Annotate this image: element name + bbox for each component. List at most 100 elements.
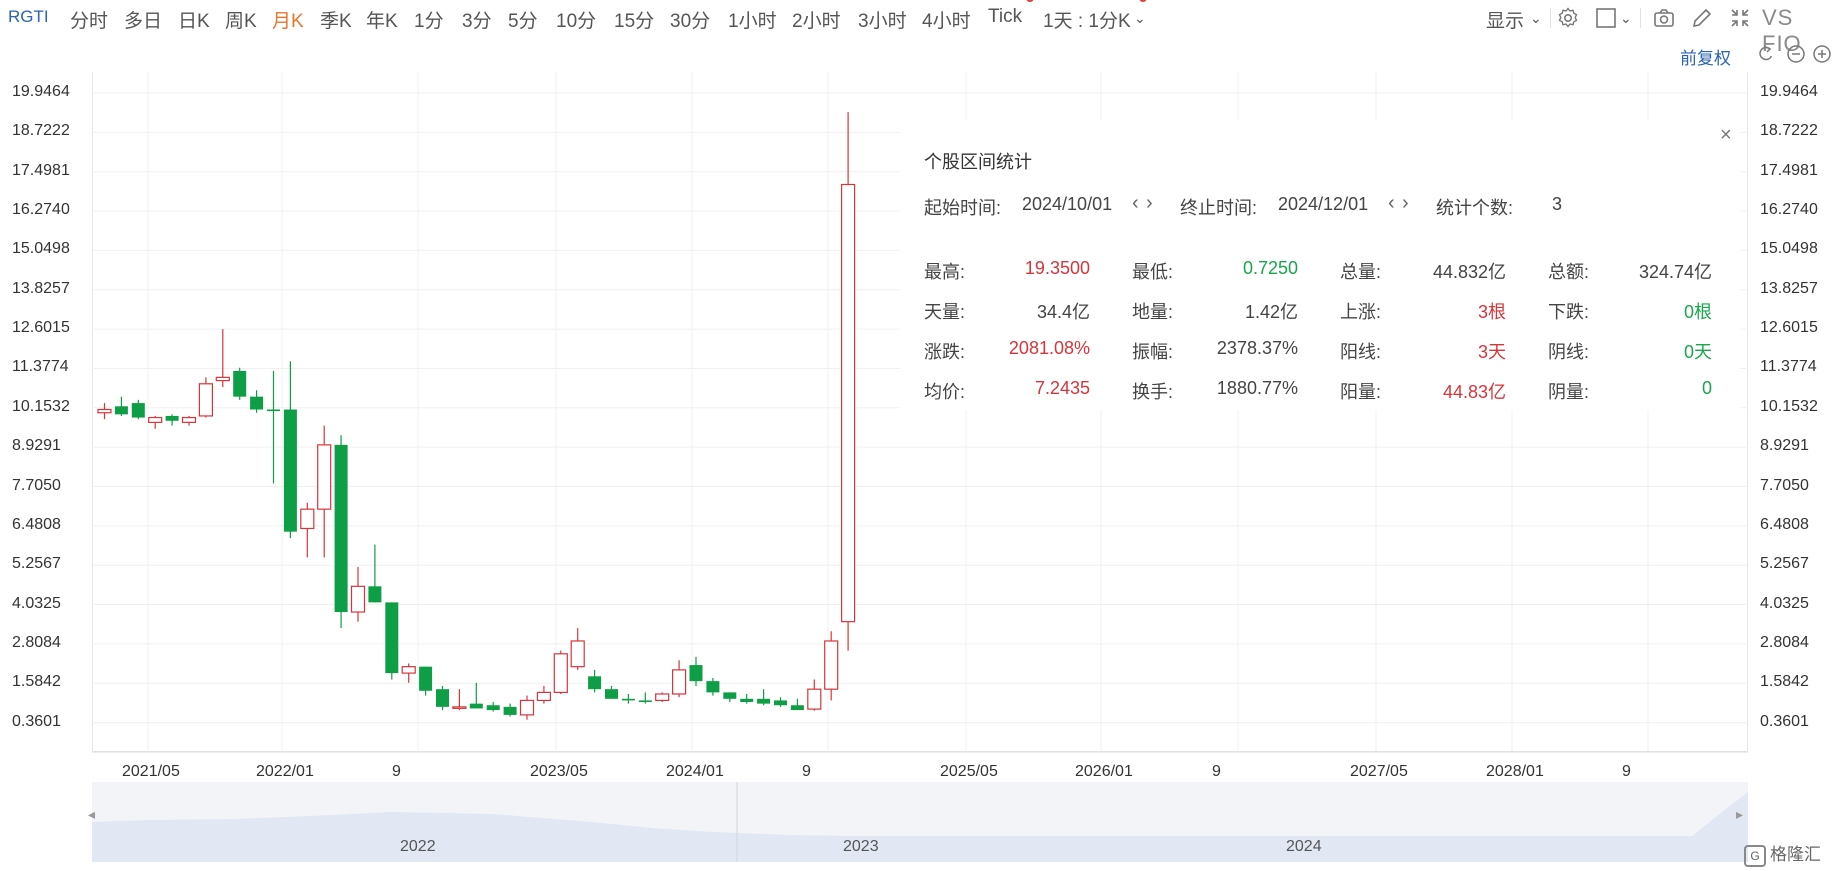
candle-body-down <box>368 586 382 603</box>
stat-label: 总额: <box>1548 262 1590 282</box>
y-axis-tick-label-left: 19.9464 <box>12 83 70 100</box>
navigator-year: 2023 <box>843 838 879 855</box>
stat-label: 阳量: <box>1340 382 1382 402</box>
stat-label: 均价: <box>924 382 966 402</box>
start-prev-chevron-icon[interactable]: ‹ <box>1132 192 1139 215</box>
candle-body-down <box>385 602 399 674</box>
stat-label: 阴量: <box>1548 382 1590 402</box>
candle-body-up <box>198 383 213 417</box>
y-axis-tick-label-right: 4.0325 <box>1760 594 1809 612</box>
x-axis-tick-label: 2025/05 <box>940 763 998 780</box>
start-next-chevron-icon[interactable]: › <box>1146 192 1153 215</box>
start-time-value[interactable]: 2024/10/01 <box>1022 194 1112 215</box>
candle-body-up <box>840 183 856 623</box>
candle-body-up <box>452 706 467 709</box>
candle-body-down <box>469 703 483 709</box>
y-axis-tick-label-right: 13.8257 <box>1760 279 1818 297</box>
stat-value: 2378.37% <box>1216 338 1298 358</box>
x-axis-tick-label: 9 <box>392 763 401 780</box>
navigator-left-arrow-icon[interactable]: ◂ <box>88 806 95 823</box>
x-axis-tick-label: 2021/05 <box>122 763 180 780</box>
y-axis-tick-label-right: 12.6015 <box>1760 319 1818 337</box>
y-axis-tick-label-right: 10.1532 <box>1760 397 1818 415</box>
stat-value: 44.832亿 <box>1432 262 1506 282</box>
panel-title: 个股区间统计 <box>924 152 1032 172</box>
stat-value: 1.42亿 <box>1244 302 1298 322</box>
close-icon[interactable]: × <box>1720 124 1732 147</box>
y-axis-tick-label-right: 15.0498 <box>1760 240 1818 258</box>
count-value: 3 <box>1552 194 1563 214</box>
candle-body-down <box>723 692 737 699</box>
x-axis-tick-label: 2028/01 <box>1486 763 1544 780</box>
y-axis-tick-label-left: 15.0498 <box>12 240 70 258</box>
x-axis-tick-label: 2026/01 <box>1075 763 1133 780</box>
y-axis-tick-label-right: 16.2740 <box>1760 201 1818 219</box>
stat-label: 天量: <box>924 302 966 322</box>
candle-body-up <box>553 653 568 693</box>
y-axis-tick-label-left: 2.8084 <box>12 633 61 651</box>
candle-body-down <box>267 409 280 412</box>
y-axis-tick-label-right: 19.9464 <box>1760 83 1818 100</box>
candle-body-down <box>250 396 264 410</box>
stat-label: 换手: <box>1132 382 1174 402</box>
candle-body-down <box>419 666 433 691</box>
x-axis-tick-label: 9 <box>1212 763 1221 780</box>
stat-label: 地量: <box>1132 302 1174 322</box>
candle-body-down <box>233 370 247 397</box>
start-label: 起始时间: <box>924 198 1002 218</box>
candle-body-up <box>317 444 332 510</box>
candle-body-down <box>740 698 754 703</box>
stat-value: 0.7250 <box>1242 258 1298 278</box>
candle-body-up <box>824 640 839 690</box>
end-prev-chevron-icon[interactable]: ‹ <box>1388 192 1395 215</box>
candle-body-up <box>181 416 197 423</box>
candle-body-down <box>131 403 145 418</box>
candle-body-up <box>655 693 670 702</box>
candle-body-up <box>807 688 822 710</box>
candle-body-down <box>283 409 297 532</box>
y-axis-tick-label-right: 0.3601 <box>1760 712 1809 730</box>
end-label: 终止时间: <box>1180 198 1258 218</box>
brand-logo: G 格隆汇 <box>1744 840 1832 868</box>
stat-label: 振幅: <box>1132 342 1174 362</box>
stat-label: 总量: <box>1340 262 1382 282</box>
candle-body-down <box>790 705 804 711</box>
y-axis-tick-label-right: 1.5842 <box>1760 673 1809 691</box>
candle-body-up <box>570 640 585 668</box>
navigator-year: 2022 <box>400 838 436 855</box>
candle-body-down <box>334 444 348 613</box>
y-axis-tick-label-left: 16.2740 <box>12 201 70 219</box>
candle-body-down <box>165 415 179 421</box>
stat-value: 1880.77% <box>1216 378 1298 398</box>
stat-label: 阴线: <box>1548 342 1590 362</box>
y-axis-tick-label-left: 6.4808 <box>12 515 61 533</box>
navigator-right-arrow-icon[interactable]: ▸ <box>1736 806 1743 823</box>
candle-body-up <box>519 699 535 716</box>
time-navigator[interactable] <box>92 782 1748 862</box>
candle-body-up <box>300 508 315 530</box>
end-time-value[interactable]: 2024/12/01 <box>1278 194 1368 215</box>
stat-label: 最低: <box>1132 262 1174 282</box>
candle-body-down <box>503 706 517 715</box>
x-axis-tick-label: 2027/05 <box>1350 763 1408 780</box>
y-axis-tick-label-right: 7.7050 <box>1760 476 1809 494</box>
y-axis-tick-label-left: 0.3601 <box>12 712 61 730</box>
stat-value: 0根 <box>1683 302 1712 322</box>
interval-stats-panel: 个股区间统计 × 起始时间: 2024/10/01 ‹ › 终止时间: 2024… <box>900 120 1740 410</box>
candle-body-up <box>97 408 112 414</box>
y-axis-tick-label-left: 8.9291 <box>12 437 61 455</box>
candle-body-down <box>486 705 500 711</box>
y-axis-tick-label-right: 8.9291 <box>1760 437 1809 455</box>
stat-value: 2081.08% <box>1008 338 1090 358</box>
x-axis-tick-label: 9 <box>1622 763 1631 780</box>
stat-value: 44.83亿 <box>1442 382 1506 402</box>
y-axis-tick-label-left: 1.5842 <box>12 673 61 691</box>
stat-label: 涨跌: <box>924 342 966 362</box>
x-axis-tick-label: 2022/01 <box>256 763 314 780</box>
end-next-chevron-icon[interactable]: › <box>1402 192 1409 215</box>
y-axis-tick-label-left: 4.0325 <box>12 594 61 612</box>
candle-body-down <box>605 689 618 699</box>
candle-body-up <box>148 416 163 423</box>
candle-body-down <box>114 406 128 415</box>
x-axis-tick-label: 2024/01 <box>666 763 724 780</box>
